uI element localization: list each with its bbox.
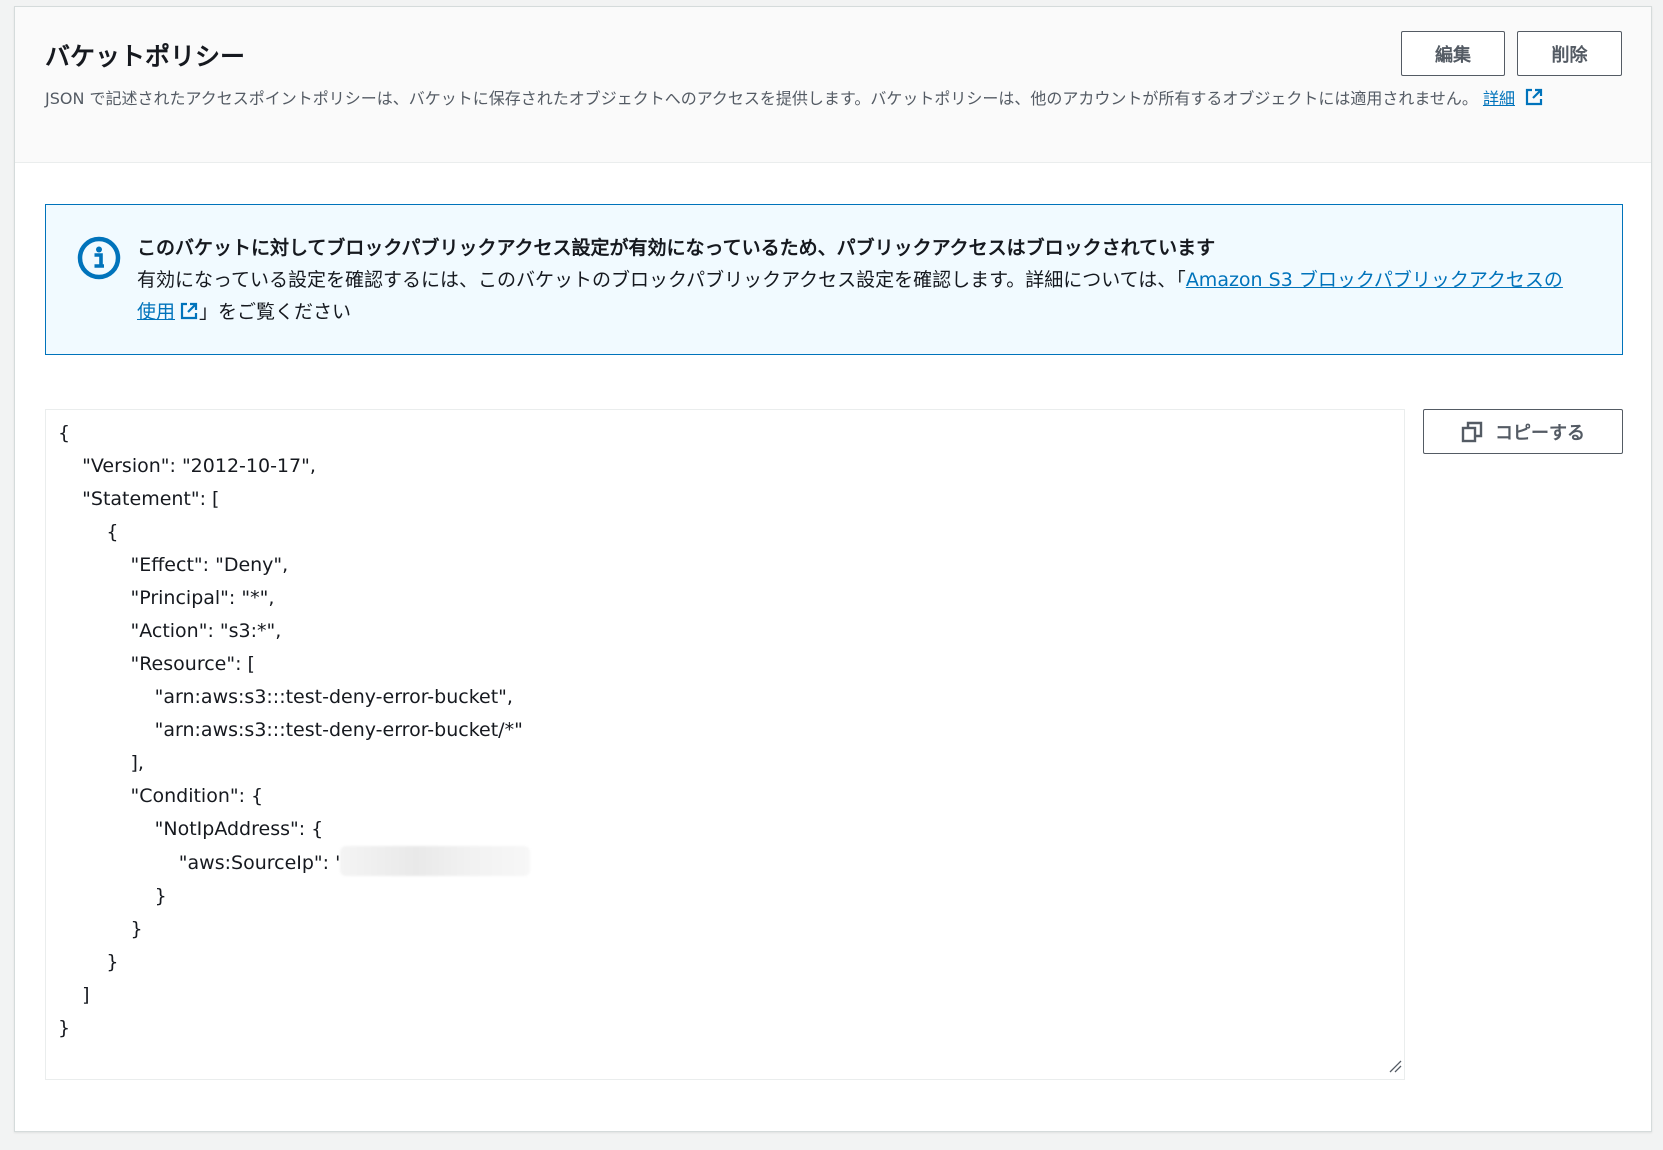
code-line: "Action": "s3:*", (58, 620, 282, 642)
code-line: ] (58, 984, 90, 1006)
description-text: JSON で記述されたアクセスポイントポリシーは、バケットに保存されたオブジェク… (45, 89, 1478, 108)
alert-body: 有効になっている設定を確認するには、このバケットのブロックパブリックアクセス設定… (137, 264, 1567, 331)
code-line: } (58, 885, 167, 907)
code-line: "Condition": { (58, 785, 264, 807)
details-link[interactable]: 詳細 (1483, 89, 1515, 108)
code-line: { (58, 422, 71, 444)
edit-button[interactable]: 編集 (1401, 31, 1505, 76)
code-line: "Version": "2012-10-17", (58, 455, 316, 477)
code-line: "Effect": "Deny", (58, 554, 289, 576)
delete-button[interactable]: 削除 (1517, 31, 1622, 76)
page-title: バケットポリシー (45, 42, 246, 71)
code-line: "NotIpAddress": { (58, 818, 324, 840)
resize-handle-icon[interactable] (1388, 1058, 1402, 1077)
code-line: { (58, 521, 119, 543)
code-line: "arn:aws:s3:::test-deny-error-bucket/*" (58, 719, 523, 741)
code-line: "Principal": "*", (58, 587, 275, 609)
bucket-policy-panel: バケットポリシー JSON で記述されたアクセスポイントポリシーは、バケットに保… (14, 6, 1652, 1132)
external-link-icon (179, 299, 199, 331)
copy-button-label: コピーする (1495, 422, 1585, 444)
alert-body-suffix: 」をご覧ください (199, 301, 352, 323)
code-line: "arn:aws:s3:::test-deny-error-bucket", (58, 686, 513, 708)
alert-title: このバケットに対してブロックパブリックアクセス設定が有効になっているため、パブリ… (137, 237, 1216, 259)
copy-icon (1461, 421, 1483, 443)
policy-code: { "Version": "2012-10-17", "Statement": … (58, 417, 531, 1045)
info-icon (76, 235, 122, 285)
external-link-icon (1524, 87, 1544, 114)
redacted-ip (340, 846, 531, 876)
policy-json-editor[interactable]: { "Version": "2012-10-17", "Statement": … (45, 409, 1405, 1080)
panel-header: バケットポリシー JSON で記述されたアクセスポイントポリシーは、バケットに保… (15, 7, 1651, 163)
code-line: } (58, 951, 119, 973)
alert-body-text: 有効になっている設定を確認するには、このバケットのブロックパブリックアクセス設定… (137, 269, 1186, 291)
block-public-access-alert: このバケットに対してブロックパブリックアクセス設定が有効になっているため、パブリ… (45, 204, 1623, 355)
code-line: "aws:SourceIp": ' (58, 852, 341, 874)
panel-description: JSON で記述されたアクセスポイントポリシーは、バケットに保存されたオブジェク… (45, 87, 1630, 114)
code-line: "Resource": [ (58, 653, 255, 675)
copy-button[interactable]: コピーする (1423, 409, 1623, 454)
code-line: "Statement": [ (58, 488, 220, 510)
code-line: } (58, 918, 143, 940)
code-line: ], (58, 752, 144, 774)
code-line: } (58, 1017, 71, 1039)
